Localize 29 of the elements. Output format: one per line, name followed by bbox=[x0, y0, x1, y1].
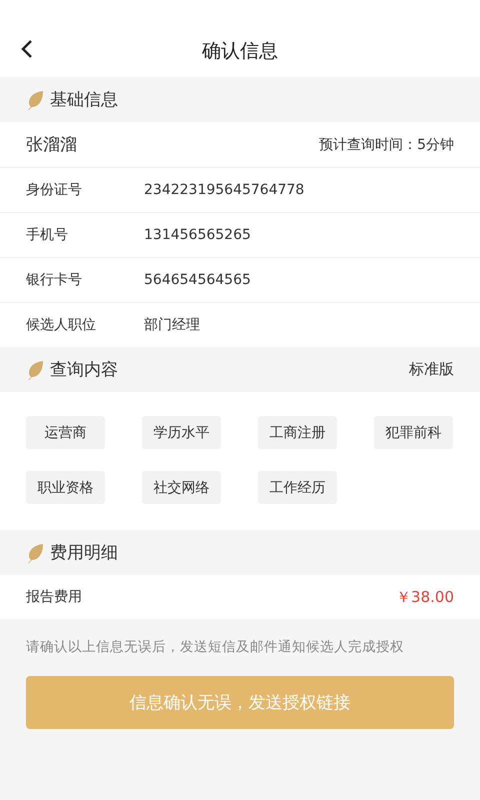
query-tag: 社交网络 bbox=[142, 471, 221, 504]
section-title: 查询内容 bbox=[50, 359, 119, 381]
query-tag: 职业资格 bbox=[26, 471, 105, 504]
fee-amount: ￥38.00 bbox=[396, 588, 454, 606]
estimate-time: 预计查询时间：5分钟 bbox=[319, 136, 454, 154]
field-value: 564654564565 bbox=[144, 272, 251, 288]
query-tag: 运营商 bbox=[26, 416, 105, 449]
page-title: 确认信息 bbox=[202, 38, 278, 64]
leaf-icon bbox=[26, 542, 44, 562]
query-tag: 学历水平 bbox=[142, 416, 221, 449]
notice-text: 请确认以上信息无误后，发送短信及邮件通知候选人完成授权 bbox=[25, 638, 405, 657]
field-value: 131456565265 bbox=[144, 227, 251, 243]
field-value: 部门经理 bbox=[144, 316, 200, 334]
query-tag: 工作经历 bbox=[258, 471, 337, 504]
field-label: 身份证号 bbox=[26, 181, 83, 199]
field-value: 234223195645764778 bbox=[144, 182, 304, 198]
section-title: 费用明细 bbox=[50, 542, 119, 564]
query-tag: 犯罪前科 bbox=[374, 416, 453, 449]
query-tag: 工商注册 bbox=[258, 416, 337, 449]
field-label: 银行卡号 bbox=[26, 271, 83, 289]
candidate-name: 张溜溜 bbox=[26, 134, 77, 156]
confirm-button[interactable]: 信息确认无误，发送授权链接 bbox=[26, 676, 454, 729]
fee-label: 报告费用 bbox=[26, 588, 82, 606]
version-label: 标准版 bbox=[409, 360, 454, 379]
field-label: 候选人职位 bbox=[26, 316, 97, 334]
leaf-icon bbox=[26, 90, 44, 110]
field-label: 手机号 bbox=[26, 226, 69, 244]
leaf-icon bbox=[26, 360, 44, 380]
section-title: 基础信息 bbox=[50, 89, 119, 111]
